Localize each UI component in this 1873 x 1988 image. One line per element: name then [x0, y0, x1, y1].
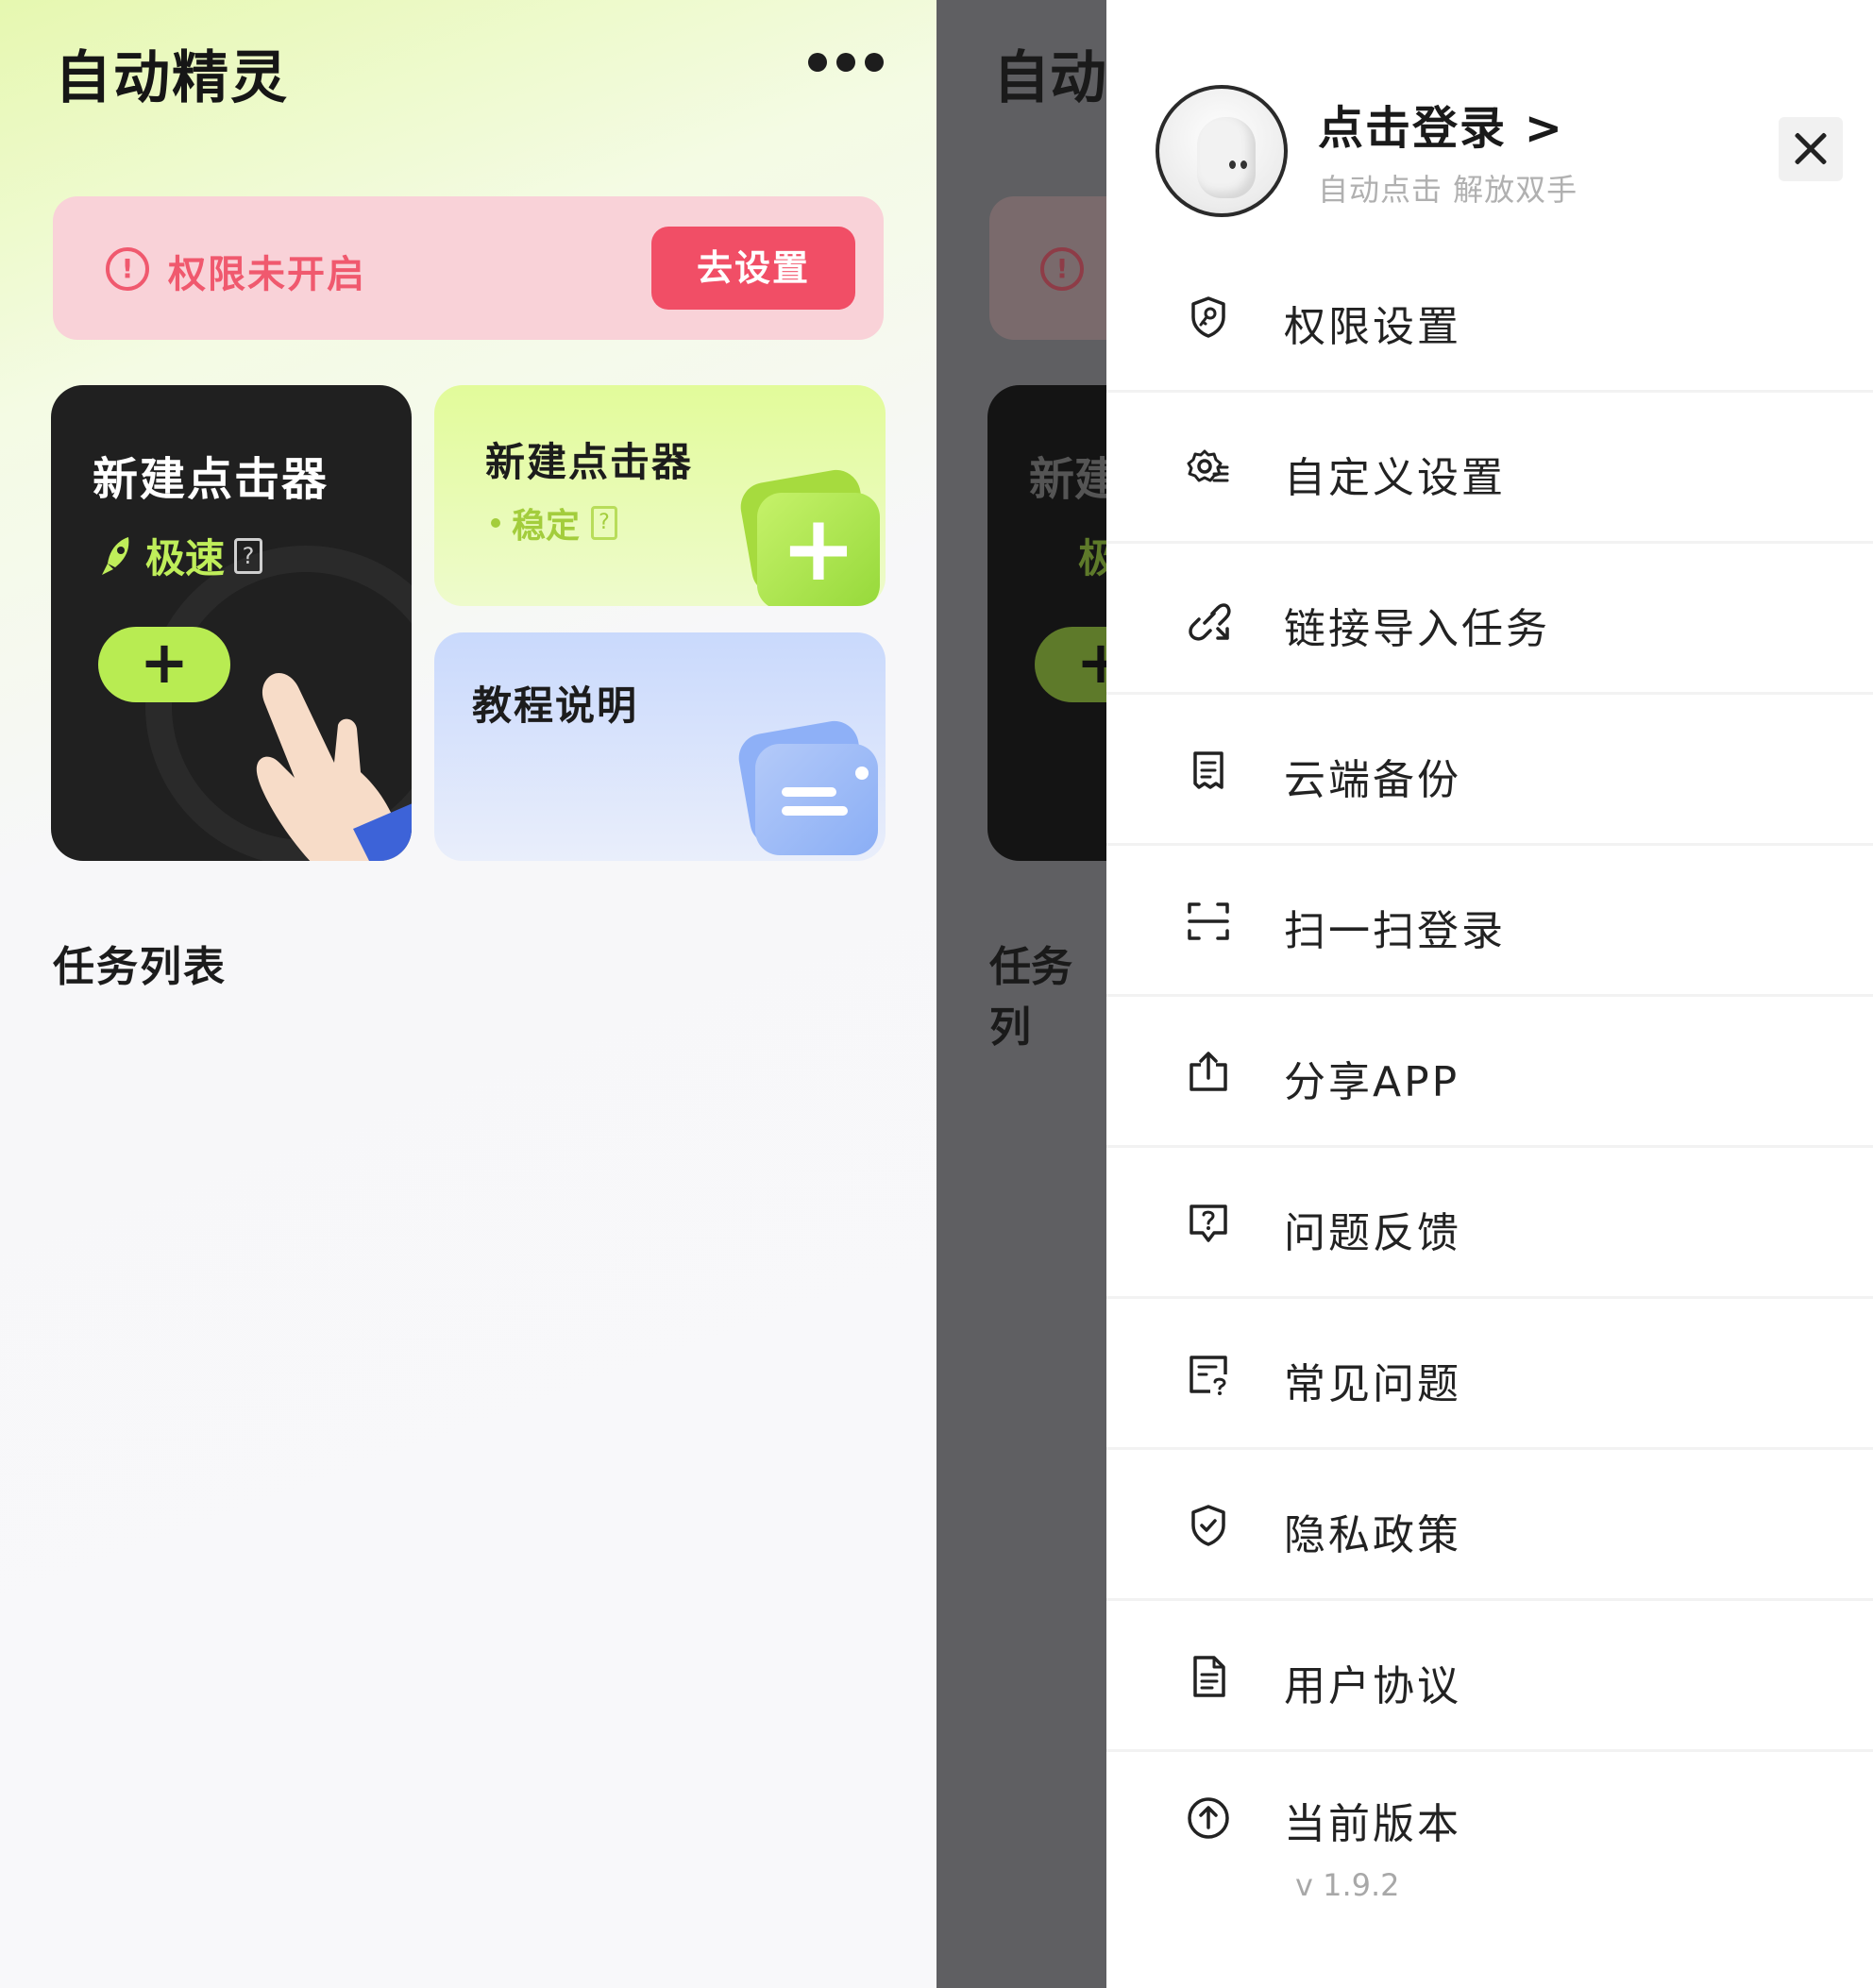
- plus-icon: +: [1035, 627, 1106, 702]
- add-fast-clicker-button[interactable]: +: [98, 627, 230, 702]
- scan-icon: [1186, 899, 1231, 944]
- overlay-card-fragment: 新建 极 +: [987, 385, 1106, 861]
- drawer-header: 点击登录 > 自动点击 解放双手: [1106, 0, 1873, 234]
- card-title: 新建点击器: [93, 453, 329, 506]
- drawer-menu: 权限设置 自定义设置 链接导入任务 云端备份 扫一扫登录 分享APP 问题反馈 …: [1106, 242, 1873, 1903]
- more-button[interactable]: [808, 47, 884, 77]
- upgrade-icon: [1186, 1795, 1231, 1841]
- menu-item-share-app[interactable]: 分享APP: [1106, 997, 1873, 1148]
- stable-label: 稳定: [512, 507, 581, 546]
- menu-label: 链接导入任务: [1284, 605, 1550, 653]
- card-title: 新建点击器: [485, 439, 694, 485]
- help-icon[interactable]: ?: [234, 537, 263, 574]
- menu-label: 自定义设置: [1284, 454, 1506, 502]
- more-dot-icon: [865, 53, 884, 72]
- cloud-backup-icon: [1186, 748, 1231, 793]
- login-subtitle: 自动点击 解放双手: [1318, 172, 1578, 208]
- more-dot-icon: [808, 53, 827, 72]
- help-icon[interactable]: ?: [591, 506, 618, 540]
- menu-label: 云端备份: [1284, 756, 1461, 804]
- menu-label: 分享APP: [1284, 1058, 1460, 1106]
- rocket-icon: [102, 536, 129, 575]
- new-clicker-fast-card[interactable]: 新建点击器 极速 ? +: [51, 385, 412, 861]
- overlay-speed-text: 极: [1078, 535, 1106, 581]
- overlay-tasks-text: 任务列: [989, 943, 1072, 1052]
- link-import-icon: [1186, 597, 1231, 642]
- permission-status-text: 权限未开启: [168, 253, 366, 296]
- privacy-shield-icon: [1186, 1503, 1231, 1548]
- menu-label: 隐私政策: [1284, 1511, 1461, 1559]
- menu-label: 问题反馈: [1284, 1209, 1461, 1257]
- stable-mode: 稳定 ?: [491, 498, 618, 548]
- menu-label: 权限设置: [1284, 303, 1461, 351]
- go-settings-button[interactable]: 去设置: [651, 227, 855, 310]
- menu-item-user-agreement[interactable]: 用户协议: [1106, 1601, 1873, 1752]
- tutorial-card[interactable]: 教程说明: [434, 632, 886, 861]
- menu-label: 常见问题: [1284, 1360, 1461, 1408]
- avatar[interactable]: [1156, 85, 1288, 217]
- share-icon: [1186, 1050, 1231, 1095]
- menu-item-faq[interactable]: 常见问题: [1106, 1299, 1873, 1450]
- document-icon: [1186, 1654, 1231, 1699]
- card-title: 教程说明: [472, 682, 639, 729]
- overlay-title-fragment: 自动: [993, 45, 1106, 111]
- version-number: v 1.9.2: [1295, 1867, 1400, 1903]
- menu-label: 扫一扫登录: [1284, 907, 1506, 955]
- drawer-overlay[interactable]: 自动 ! 新建 极 + 任务列: [936, 0, 1106, 1988]
- mascot-icon: [1197, 117, 1256, 198]
- new-clicker-stable-card[interactable]: 新建点击器 稳定 ? +: [434, 385, 886, 606]
- menu-item-custom-settings[interactable]: 自定义设置: [1106, 393, 1873, 544]
- overlay-card-text: 新建: [1029, 453, 1106, 506]
- menu-item-privacy[interactable]: 隐私政策: [1106, 1450, 1873, 1601]
- menu-item-scan-login[interactable]: 扫一扫登录: [1106, 846, 1873, 997]
- warning-icon: !: [106, 247, 149, 291]
- menu-item-permission-settings[interactable]: 权限设置: [1106, 242, 1873, 393]
- login-link[interactable]: 点击登录 >: [1318, 91, 1564, 157]
- feedback-icon: [1186, 1201, 1231, 1246]
- menu-label: 用户协议: [1284, 1662, 1461, 1710]
- menu-item-feedback[interactable]: 问题反馈: [1106, 1148, 1873, 1299]
- shield-key-icon: [1186, 295, 1231, 340]
- task-list-title: 任务列表: [53, 943, 227, 991]
- side-drawer: 点击登录 > 自动点击 解放双手 权限设置 自定义设置 链接导入任务 云端备份 …: [1106, 0, 1873, 1988]
- speed-label: 极速: [145, 535, 226, 581]
- overlay-banner-fragment: !: [989, 196, 1106, 340]
- warning-icon: !: [1040, 247, 1084, 291]
- close-drawer-button[interactable]: [1779, 117, 1843, 181]
- menu-item-current-version[interactable]: 当前版本 v 1.9.2: [1106, 1752, 1873, 1903]
- speed-mode: 极速 ?: [100, 527, 263, 584]
- document-lines-icon: [755, 744, 878, 855]
- menu-label: 当前版本: [1284, 1800, 1461, 1848]
- main-screen: 自动精灵 ! 权限未开启 去设置 新建点击器 极速 ? + 新建点击器 稳定 ?…: [0, 0, 936, 1988]
- faq-icon: [1186, 1352, 1231, 1397]
- permission-banner: ! 权限未开启 去设置: [53, 196, 884, 340]
- dot-icon: [491, 518, 500, 528]
- hand-pointer-icon: [256, 673, 412, 861]
- gear-list-icon: [1186, 446, 1231, 491]
- more-dot-icon: [836, 53, 855, 72]
- app-title: 自动精灵: [55, 45, 289, 111]
- plus-icon: +: [757, 493, 880, 606]
- menu-item-cloud-backup[interactable]: 云端备份: [1106, 695, 1873, 846]
- menu-item-link-import[interactable]: 链接导入任务: [1106, 544, 1873, 695]
